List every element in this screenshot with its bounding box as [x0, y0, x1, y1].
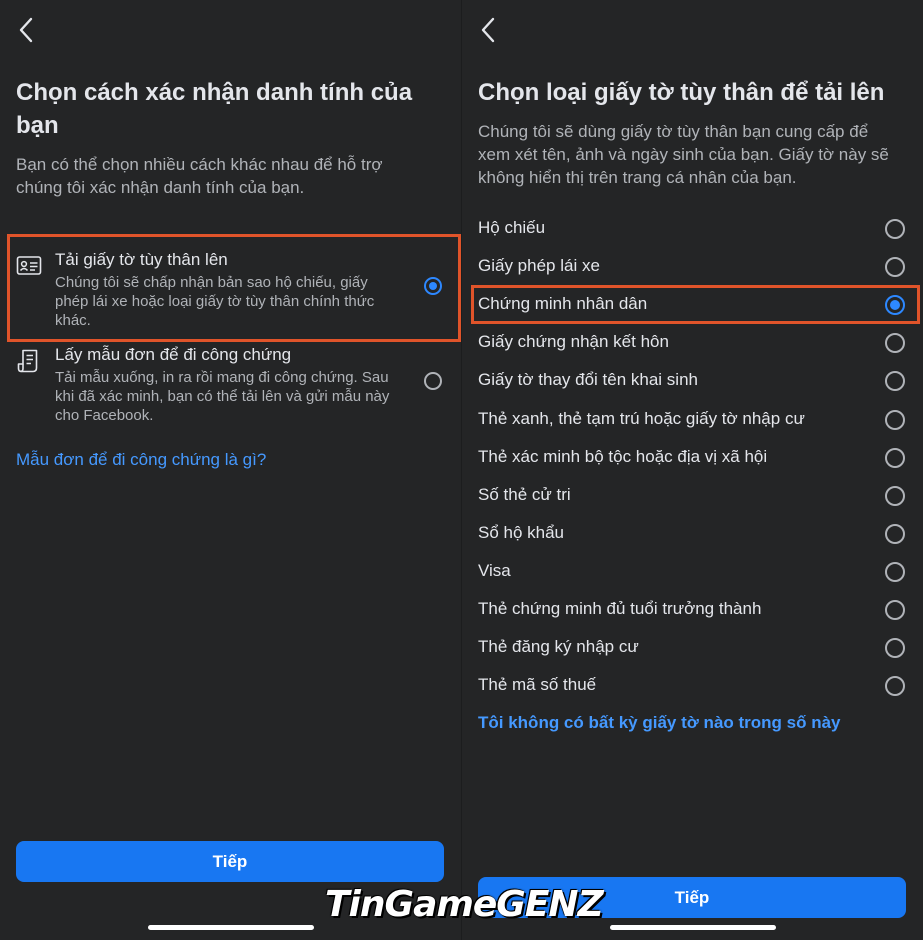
page-description: Chúng tôi sẽ dùng giấy tờ tùy thân bạn c…	[478, 120, 889, 189]
option-title: Lấy mẫu đơn để đi công chứng	[55, 345, 292, 364]
radio-unselected[interactable]	[885, 561, 905, 582]
id-type-label: Giấy phép lái xe	[478, 256, 600, 276]
id-type-option[interactable]: Thẻ mã số thuế	[462, 666, 923, 704]
id-type-label: Sổ hộ khẩu	[478, 522, 565, 542]
id-type-option[interactable]: Thẻ xanh, thẻ tạm trú hoặc giấy tờ nhập …	[462, 400, 923, 438]
id-type-option[interactable]: Thẻ xác minh bộ tộc hoặc địa vị xã hội	[462, 438, 923, 476]
id-type-option[interactable]: Visa	[462, 552, 923, 590]
radio-unselected[interactable]	[885, 219, 905, 239]
right-screen: Chọn loại giấy tờ tùy thân để tải lên Ch…	[462, 0, 923, 940]
option-notarize-form[interactable]: Lấy mẫu đơn để đi công chứng Tải mẫu xuố…	[16, 344, 446, 424]
home-indicator	[148, 925, 314, 930]
id-type-option[interactable]: Hộ chiếu	[462, 209, 923, 247]
radio-unselected[interactable]	[885, 523, 905, 544]
id-type-label: Thẻ đăng ký nhập cư	[478, 637, 639, 657]
id-type-option[interactable]: Thẻ đăng ký nhập cư	[462, 628, 923, 666]
radio-unselected[interactable]	[885, 409, 905, 430]
radio-unselected[interactable]	[885, 333, 905, 354]
title-line: bạn	[16, 112, 59, 139]
id-type-label: Thẻ xác minh bộ tộc hoặc địa vị xã hội	[478, 446, 768, 466]
id-type-option[interactable]: Giấy phép lái xe	[462, 247, 923, 285]
id-type-option[interactable]: Sổ hộ khẩu	[462, 514, 923, 552]
id-type-label: Thẻ chứng minh đủ tuổi trưởng thành	[478, 599, 762, 618]
subtitle-line: cho Facebook.	[55, 407, 154, 424]
subtitle-line: Tải mẫu xuống, in ra rồi mang đi công ch…	[55, 369, 389, 386]
id-type-option[interactable]: Số thẻ cử tri	[462, 476, 923, 514]
highlight-box	[471, 285, 920, 324]
radio-unselected[interactable]	[885, 371, 905, 392]
id-type-option[interactable]: Giấy chứng nhận kết hôn	[462, 323, 923, 361]
page-title: Chọn cách xác nhận danh tính của bạn	[16, 76, 412, 142]
id-type-label: Giấy chứng nhận kết hôn	[478, 332, 669, 352]
description-line: không hiển thị trên trang cá nhân của bạ…	[478, 168, 797, 187]
description-line: Chúng tôi sẽ dùng giấy tờ tùy thân bạn c…	[478, 122, 869, 141]
home-indicator	[610, 925, 776, 930]
id-type-label: Visa	[478, 560, 511, 580]
left-screen: Chọn cách xác nhận danh tính của bạn Bạn…	[0, 0, 461, 940]
radio-unselected[interactable]	[885, 257, 905, 278]
watermark-logo: TinGameGENZ	[325, 884, 604, 925]
id-type-option[interactable]: Thẻ chứng minh đủ tuổi trưởng thành	[462, 590, 923, 628]
no-documents-link[interactable]: Tôi không có bất kỳ giấy tờ nào trong số…	[478, 713, 841, 733]
description-line: chúng tôi xác nhận danh tính của bạn.	[16, 178, 305, 197]
radio-unselected[interactable]	[885, 447, 905, 468]
page-description: Bạn có thể chọn nhiều cách khác nhau để …	[16, 153, 383, 199]
radio-unselected[interactable]	[885, 600, 905, 620]
option-subtitle: Tải mẫu xuống, in ra rồi mang đi công ch…	[55, 368, 395, 425]
back-arrow-icon[interactable]	[478, 16, 498, 44]
highlight-box	[7, 234, 461, 342]
id-type-label: Thẻ xanh, thẻ tạm trú hoặc giấy tờ nhập …	[478, 408, 805, 428]
radio-unselected[interactable]	[885, 676, 905, 697]
radio-unselected[interactable]	[885, 485, 905, 506]
notarize-info-link[interactable]: Mẫu đơn để đi công chứng là gì?	[16, 450, 266, 470]
id-type-label: Thẻ mã số thuế	[478, 675, 597, 695]
id-type-label: Hộ chiếu	[478, 218, 546, 237]
id-type-label: Giấy tờ thay đổi tên khai sinh	[478, 370, 698, 390]
description-line: xem xét tên, ảnh và ngày sinh của bạn. G…	[478, 145, 889, 164]
radio-unselected[interactable]	[885, 638, 905, 659]
subtitle-line: khi đã xác minh, bạn có thể tải lên và g…	[55, 388, 390, 405]
description-line: Bạn có thể chọn nhiều cách khác nhau để …	[16, 155, 383, 174]
document-form-icon	[16, 348, 42, 374]
radio-unselected[interactable]	[424, 372, 442, 390]
back-arrow-icon[interactable]	[16, 16, 36, 44]
id-type-option[interactable]: Giấy tờ thay đổi tên khai sinh	[462, 361, 923, 399]
next-button[interactable]: Tiếp	[16, 841, 444, 882]
id-type-label: Số thẻ cử tri	[478, 484, 571, 504]
page-title: Chọn loại giấy tờ tùy thân để tải lên	[478, 79, 885, 106]
title-line: Chọn cách xác nhận danh tính của	[16, 79, 413, 106]
